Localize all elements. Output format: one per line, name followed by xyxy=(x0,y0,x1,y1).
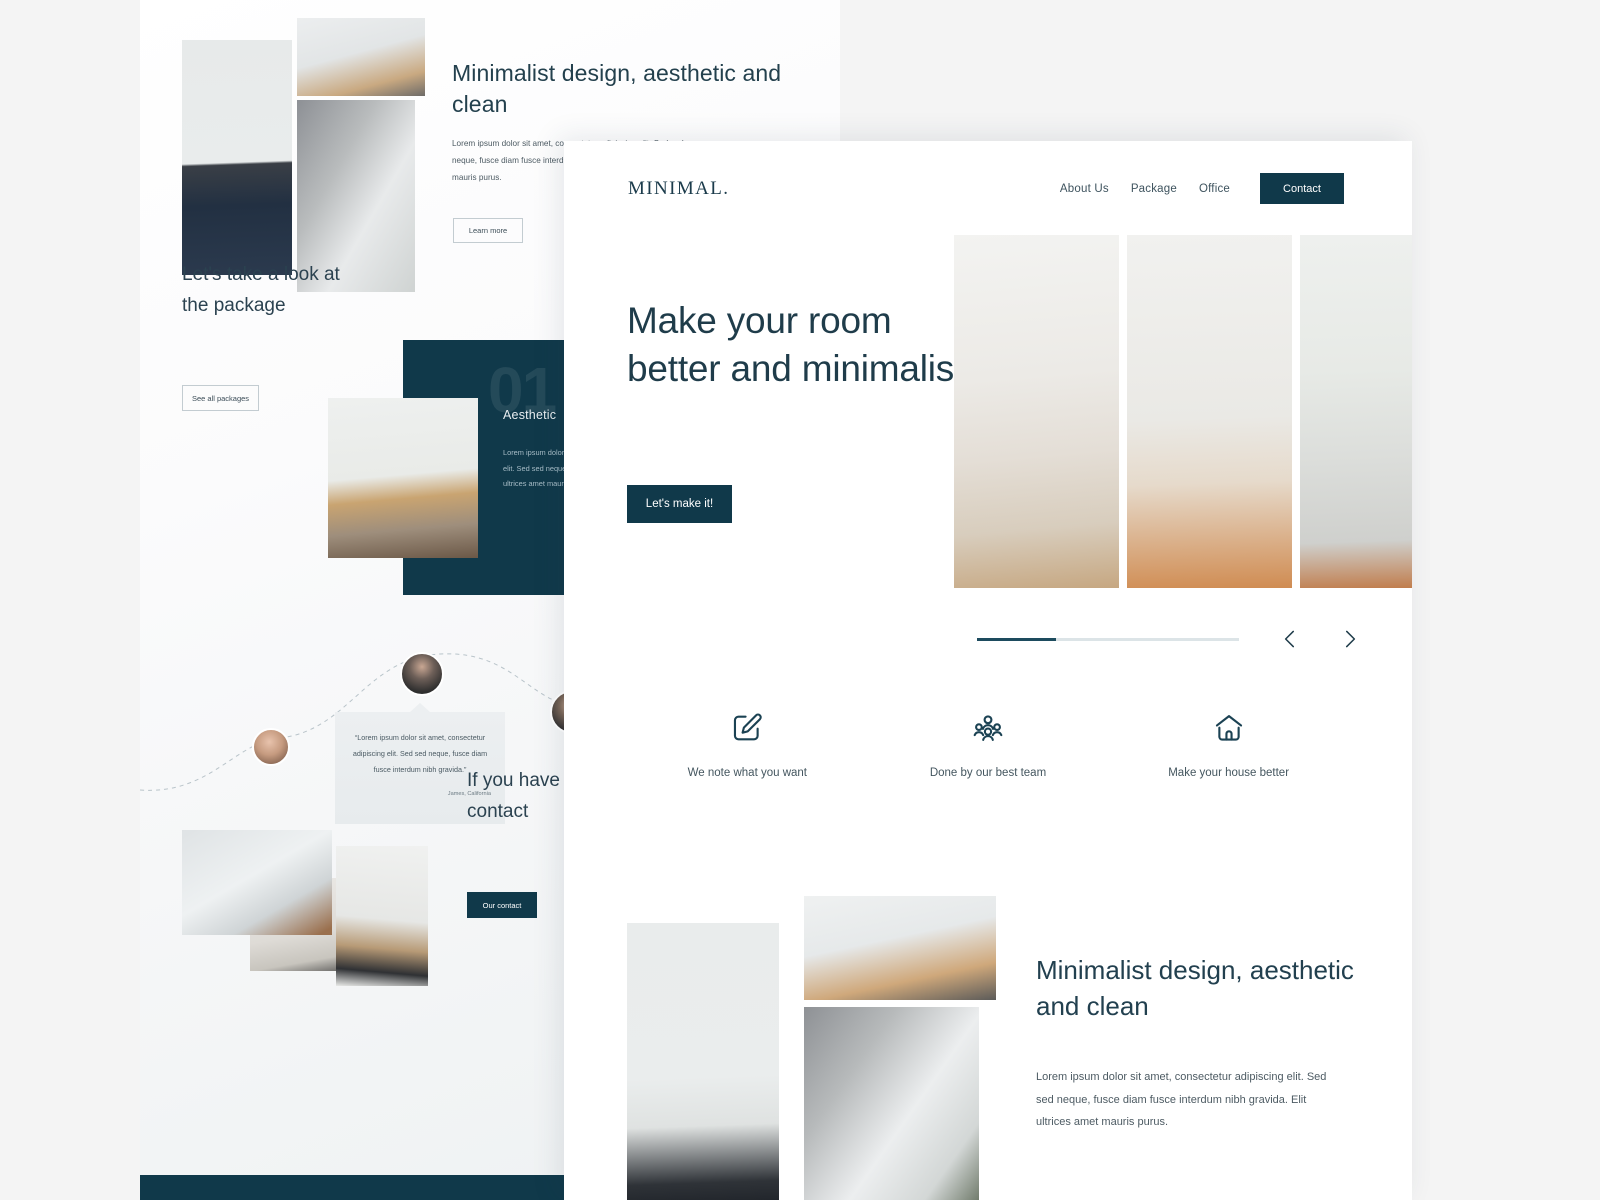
collage-image-kitchen xyxy=(297,18,425,96)
nav-item-package[interactable]: Package xyxy=(1131,183,1177,195)
hero-title: Make your room better and minimalist xyxy=(627,300,965,390)
contact-button[interactable]: Contact xyxy=(1260,173,1344,204)
bottom-image-wardrobe xyxy=(804,1007,979,1200)
background-hero-title: Minimalist design, aesthetic and clean xyxy=(452,60,782,118)
bottom-image-kitchen xyxy=(804,896,996,1000)
contact-image-bedroom xyxy=(336,846,428,986)
see-all-packages-button[interactable]: See all packages xyxy=(182,385,259,411)
feature-label-team: Done by our best team xyxy=(929,767,1047,779)
contact-image-chair xyxy=(182,830,332,935)
our-contact-button[interactable]: Our contact xyxy=(467,892,537,918)
edit-square-icon xyxy=(734,713,763,741)
feature-item-note: We note what you want xyxy=(632,711,862,779)
feature-label-house: Make your house better xyxy=(1168,767,1290,779)
features-row: We note what you want Done by our best t… xyxy=(627,711,1349,779)
testimonial-pointer xyxy=(409,703,431,713)
feature-label-note: We note what you want xyxy=(687,767,807,779)
testimonial-avatar-1[interactable] xyxy=(252,728,290,766)
bottom-section-paragraph: Lorem ipsum dolor sit amet, consectetur … xyxy=(1036,1071,1327,1129)
feature-item-team: Done by our best team xyxy=(873,711,1103,779)
bottom-image-gallery-wall xyxy=(627,923,779,1200)
collage-image-entryway xyxy=(182,40,292,275)
carousel-slide-dining[interactable] xyxy=(954,235,1119,588)
testimonial-avatar-2[interactable] xyxy=(400,652,444,696)
feature-item-house: Make your house better xyxy=(1114,711,1344,779)
hero-carousel xyxy=(954,235,1412,588)
house-icon xyxy=(1215,715,1242,741)
nav-item-about-us[interactable]: About Us xyxy=(1060,183,1109,195)
carousel-slide-shelves[interactable] xyxy=(1127,235,1292,588)
package-card-title: Aesthetic xyxy=(503,408,557,422)
chevron-left-icon[interactable] xyxy=(1277,626,1303,652)
nav-item-office[interactable]: Office xyxy=(1199,183,1230,195)
team-group-icon xyxy=(973,715,1003,741)
package-image-bedroom xyxy=(328,398,478,558)
lets-make-it-button[interactable]: Let's make it! xyxy=(627,485,732,523)
nav-links: About Us Package Office Contact xyxy=(1060,173,1344,204)
carousel-progress-fill xyxy=(977,638,1056,641)
site-logo[interactable]: MINIMAL. xyxy=(628,178,729,200)
carousel-slide-sofa[interactable] xyxy=(1300,235,1412,588)
learn-more-button[interactable]: Learn more xyxy=(453,218,523,243)
navbar: MINIMAL. About Us Package Office Contact xyxy=(564,141,1412,236)
chevron-right-icon[interactable] xyxy=(1337,626,1363,652)
package-title: Let's take a look at the package xyxy=(182,264,340,316)
foreground-page: MINIMAL. About Us Package Office Contact… xyxy=(564,141,1412,1200)
mockup-canvas: Minimalist design, aesthetic and clean L… xyxy=(0,0,1600,1200)
bottom-section-title: Minimalist design, aesthetic and clean xyxy=(1036,955,1354,1021)
carousel-controls xyxy=(977,620,1377,660)
carousel-progress-track[interactable] xyxy=(977,638,1239,641)
